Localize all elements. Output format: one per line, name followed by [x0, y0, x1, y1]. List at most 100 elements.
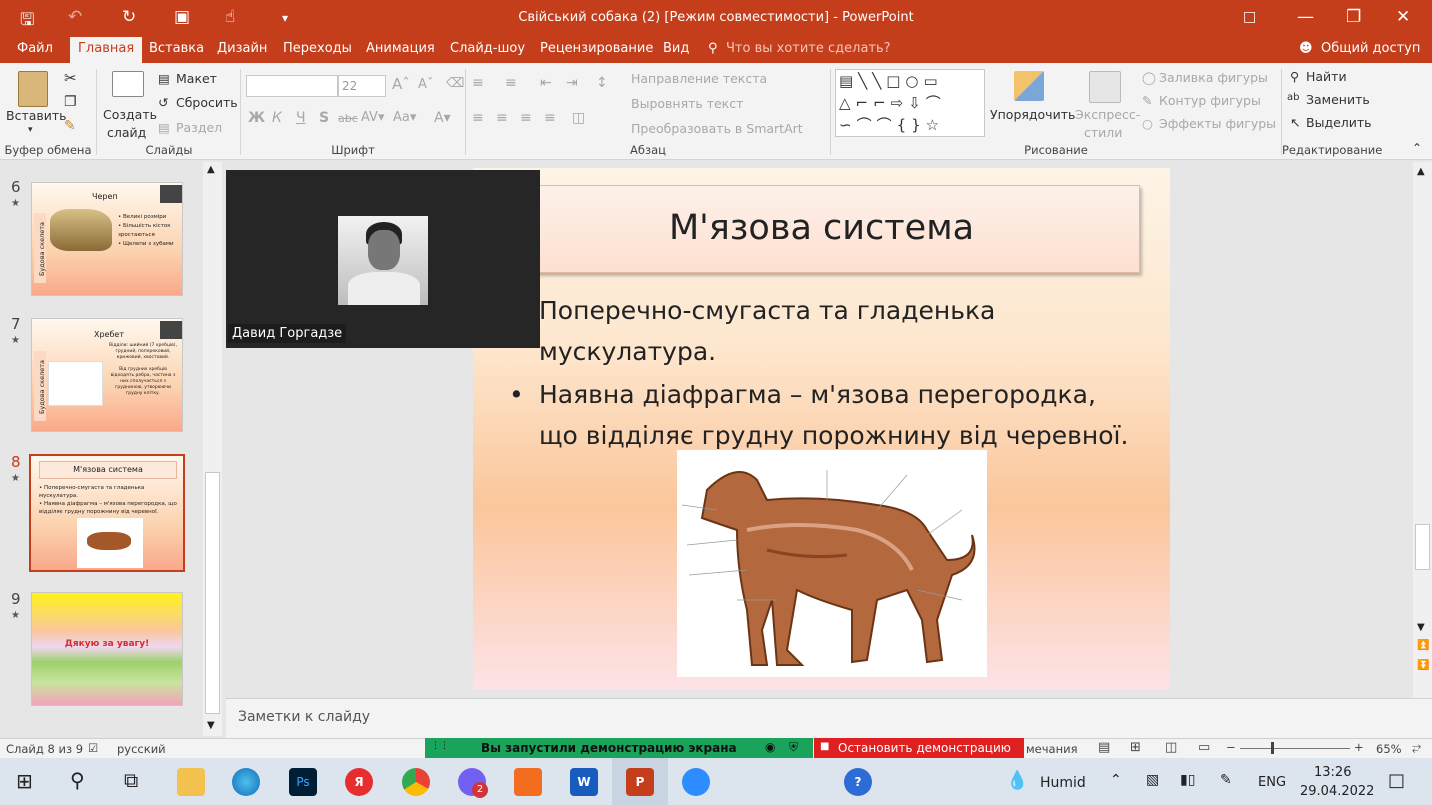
strikethrough-button[interactable]: abc — [338, 112, 358, 125]
normal-view-icon[interactable]: ▤ — [1098, 740, 1110, 755]
thumbnails-scrollbar[interactable]: ▲ ▼ — [203, 162, 222, 736]
thumbnail-slide-7[interactable]: Хребет Будова скелета Відділи: шийний (7… — [31, 318, 183, 432]
char-spacing-icon[interactable]: AV▾ — [361, 110, 384, 125]
slideshow-view-icon[interactable]: ▭ — [1198, 740, 1210, 755]
new-slide-button[interactable]: Создать — [103, 107, 157, 122]
notes-button[interactable]: мечания — [1026, 742, 1078, 756]
font-size-input[interactable]: 22 — [338, 75, 386, 97]
phone-icon[interactable]: ▧ — [1146, 772, 1159, 788]
clock-time[interactable]: 13:26 — [1314, 765, 1351, 780]
stop-share-button[interactable]: ■ Остановить демонстрацию — [814, 738, 1024, 758]
underline-button[interactable]: Ч — [296, 110, 306, 126]
reset-button[interactable]: Сбросить — [176, 95, 238, 110]
thumbnail-slide-6[interactable]: Череп Будова скелета • Великі розміри • … — [31, 182, 183, 296]
select-button[interactable]: Выделить — [1306, 115, 1372, 130]
help-icon[interactable]: ? — [844, 768, 872, 796]
shape-fill-button[interactable]: Заливка фигуры — [1159, 70, 1268, 85]
italic-button[interactable]: К — [272, 110, 282, 126]
quick-styles-icon[interactable] — [1089, 71, 1121, 103]
share-button[interactable]: Общий доступ — [1321, 41, 1420, 56]
prev-slide-icon[interactable]: ⏫ — [1417, 640, 1429, 651]
pen-icon[interactable]: ✎ — [1220, 772, 1232, 788]
slide-title-box[interactable]: М'язова система — [503, 185, 1140, 273]
scroll-down-icon[interactable]: ▼ — [1417, 622, 1425, 633]
scroll-up-icon[interactable]: ▲ — [1417, 166, 1425, 177]
bullets-icon[interactable]: ≡ — [472, 75, 484, 91]
chrome-icon[interactable] — [402, 768, 430, 796]
align-text-button[interactable]: Выровнять текст — [631, 96, 743, 111]
clear-format-icon[interactable]: ⌫ — [446, 76, 464, 91]
clock-date[interactable]: 29.04.2022 — [1300, 784, 1374, 799]
section-button[interactable]: Раздел — [176, 120, 222, 135]
shape-outline-button[interactable]: Контур фигуры — [1159, 93, 1261, 108]
columns-icon[interactable]: ◫ — [572, 110, 585, 126]
current-slide[interactable]: М'язова система Поперечно-смугаста та гл… — [473, 168, 1170, 689]
grow-font-icon[interactable]: Aˆ — [392, 75, 410, 93]
arrange-button[interactable]: Упорядочить — [990, 107, 1075, 122]
replace-button[interactable]: Заменить — [1306, 92, 1370, 107]
word-icon[interactable]: W — [570, 768, 598, 796]
powerpoint-icon[interactable]: P — [626, 768, 654, 796]
quick-styles-button[interactable]: Экспресс- — [1075, 107, 1140, 122]
new-slide-icon[interactable] — [112, 71, 144, 97]
spellcheck-icon[interactable]: ☑ — [88, 741, 98, 755]
shrink-font-icon[interactable]: Aˇ — [418, 77, 433, 92]
copy-icon[interactable]: ❐ — [64, 94, 77, 110]
find-button[interactable]: Найти — [1306, 69, 1347, 84]
align-left-icon[interactable]: ≡ — [472, 110, 484, 126]
tab-animation[interactable]: Анимация — [366, 41, 435, 56]
minimize-button[interactable]: — — [1297, 7, 1314, 27]
notes-pane[interactable]: Заметки к слайду — [226, 698, 1432, 738]
paste-icon[interactable] — [18, 71, 48, 107]
scroll-thumb[interactable] — [205, 472, 220, 714]
app-icon[interactable] — [514, 768, 542, 796]
tab-slideshow[interactable]: Слайд-шоу — [450, 41, 525, 56]
close-button[interactable]: ✕ — [1396, 7, 1410, 27]
zoom-level[interactable]: 65% — [1376, 742, 1402, 756]
tab-design[interactable]: Дизайн — [217, 41, 267, 56]
paste-button[interactable]: Вставить — [6, 108, 67, 123]
restore-button[interactable]: ❐ — [1346, 7, 1361, 27]
weather-icon[interactable]: 💧 — [1006, 770, 1028, 791]
file-explorer-icon[interactable] — [177, 768, 205, 796]
tab-transitions[interactable]: Переходы — [283, 41, 352, 56]
photoshop-icon[interactable]: Ps — [289, 768, 317, 796]
scroll-down-icon[interactable]: ▼ — [207, 720, 215, 731]
ribbon-display-icon[interactable]: □ — [1243, 9, 1256, 25]
line-spacing-icon[interactable]: ↕ — [596, 75, 608, 91]
decrease-indent-icon[interactable]: ⇤ — [540, 75, 552, 91]
thumbnail-slide-9[interactable]: Дякую за увагу! — [31, 592, 183, 706]
tab-view[interactable]: Вид — [663, 41, 689, 56]
justify-icon[interactable]: ≡ — [544, 110, 556, 126]
tab-file[interactable]: Файл — [17, 41, 53, 56]
format-painter-icon[interactable]: ✎ — [64, 118, 76, 134]
align-right-icon[interactable]: ≡ — [520, 110, 532, 126]
paste-dropdown-icon[interactable]: ▾ — [28, 125, 33, 135]
layout-button[interactable]: Макет — [176, 71, 217, 86]
smartart-button[interactable]: Преобразовать в SmartArt — [631, 121, 803, 136]
align-center-icon[interactable]: ≡ — [496, 110, 508, 126]
zoom-slider[interactable] — [1240, 748, 1350, 749]
zoom-in-icon[interactable]: + — [1354, 740, 1364, 754]
numbering-icon[interactable]: ≡ — [505, 75, 517, 91]
start-icon[interactable]: ⊞ — [16, 769, 33, 793]
tab-home[interactable]: Главная — [70, 37, 143, 63]
collapse-ribbon-icon[interactable]: ⌃ — [1412, 141, 1422, 155]
bold-button[interactable]: Ж — [248, 110, 265, 126]
slide-bullet-1[interactable]: Поперечно-смугаста та гладенька мускулат… — [539, 290, 995, 372]
cut-icon[interactable]: ✂ — [64, 69, 77, 87]
next-slide-icon[interactable]: ⏬ — [1417, 660, 1429, 671]
slide-scrollbar[interactable]: ▲ ▼ ⏫ ⏬ — [1413, 162, 1432, 698]
change-case-icon[interactable]: Aa▾ — [393, 110, 416, 125]
weather-text[interactable]: Humid — [1040, 775, 1086, 791]
thumbnail-slide-8[interactable]: М'язова система • Поперечно-смугаста та … — [29, 454, 185, 572]
dog-muscle-image[interactable] — [677, 450, 987, 677]
slide-bullet-2[interactable]: Наявна діафрагма – м'язова перегородка, … — [539, 374, 1128, 456]
edge-icon[interactable] — [232, 768, 260, 796]
task-view-icon[interactable]: ⧉ — [124, 768, 138, 792]
yandex-icon[interactable]: Я — [345, 768, 373, 796]
grip-icon[interactable]: ⋮⋮ — [431, 741, 449, 751]
search-icon[interactable]: ⚲ — [70, 768, 85, 792]
reading-view-icon[interactable]: ◫ — [1165, 740, 1177, 755]
tab-insert[interactable]: Вставка — [149, 41, 204, 56]
